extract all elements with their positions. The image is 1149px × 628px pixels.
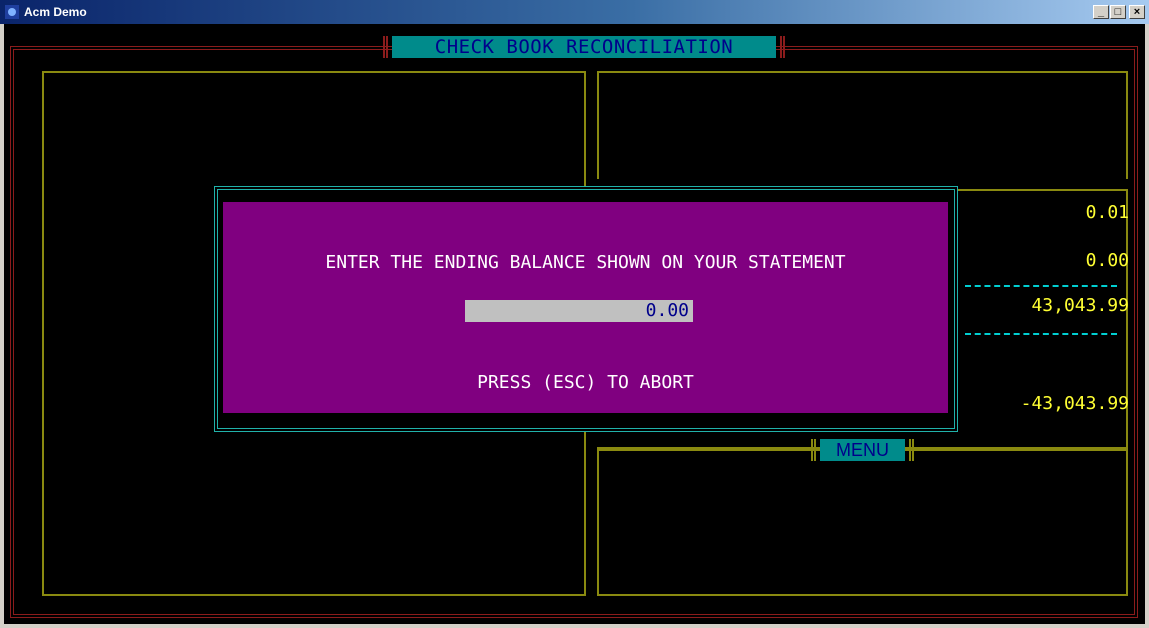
menu-separator-right [909,439,914,461]
dialog-prompt: ENTER THE ENDING BALANCE SHOWN ON YOUR S… [325,252,846,273]
menu-pane [597,449,1128,596]
right-top-pane [597,71,1128,179]
summary-value-4: -43,043.99 [1020,393,1129,414]
window-title: Acm Demo [24,5,87,19]
summary-value-1: 0.01 [1085,202,1129,223]
page-title: CHECK BOOK RECONCILIATION [392,36,776,58]
title-bar[interactable]: Acm Demo _ □ × [0,0,1149,24]
app-icon [5,5,19,19]
ending-balance-input[interactable]: 0.00 [465,300,693,322]
console-screen: CHECK BOOK RECONCILIATION 0.01 0.00 43,0… [4,24,1145,624]
close-button[interactable]: × [1129,5,1145,19]
title-separator-right [780,36,785,58]
menu-label[interactable]: MENU [820,439,905,461]
summary-value-3: 43,043.99 [1031,295,1129,316]
menu-separator-left [811,439,816,461]
maximize-button[interactable]: □ [1110,5,1126,19]
dashed-separator-1 [965,285,1117,287]
dashed-separator-2 [965,333,1117,335]
title-separator-left [383,36,388,58]
abort-hint: PRESS (ESC) TO ABORT [477,372,694,393]
summary-value-2: 0.00 [1085,250,1129,271]
minimize-button[interactable]: _ [1093,5,1109,19]
